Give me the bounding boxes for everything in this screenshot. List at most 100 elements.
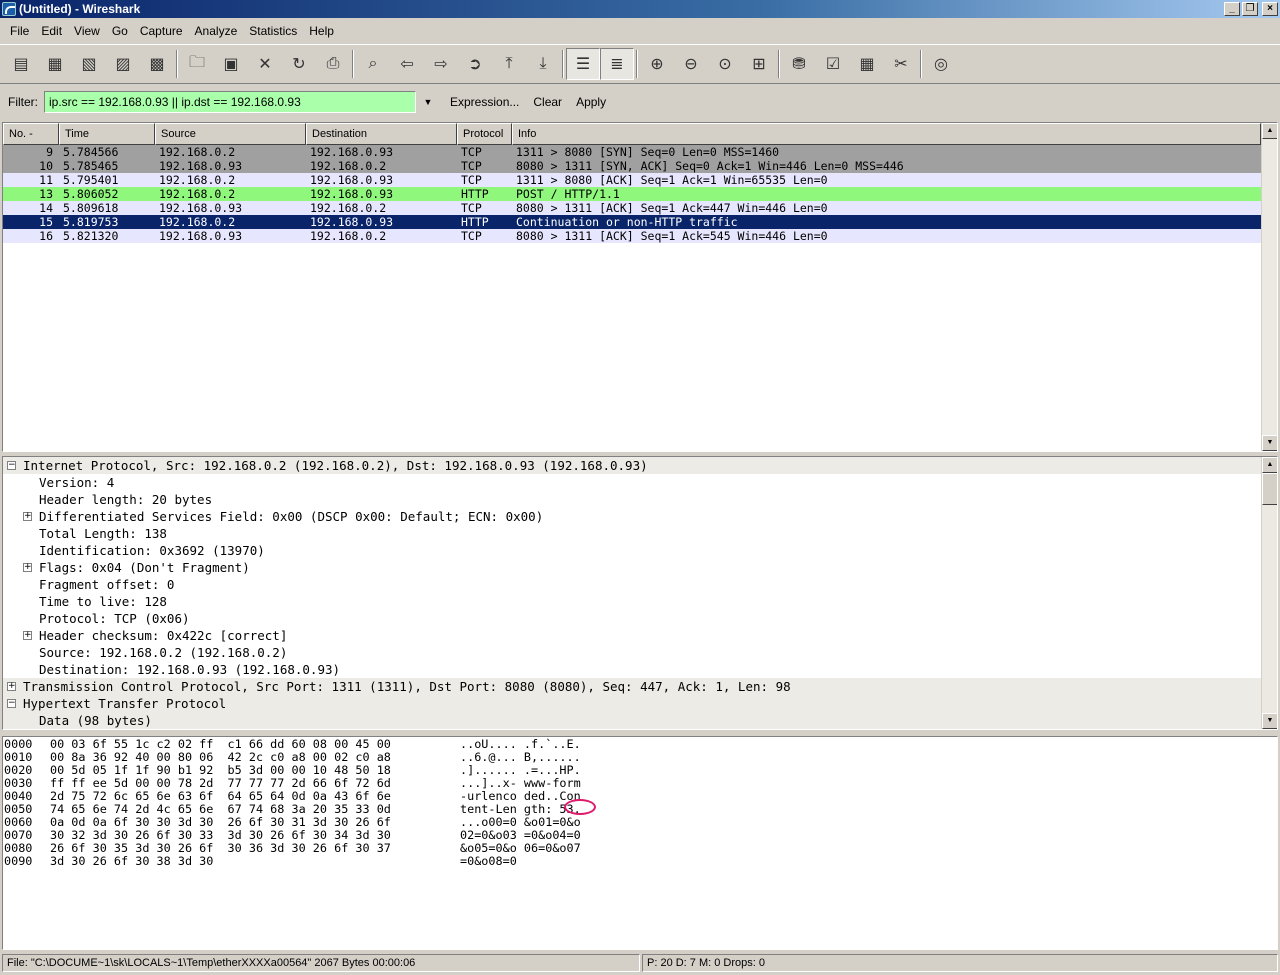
tree-field-row[interactable]: Version: 4 — [3, 474, 1261, 491]
expand-plus-icon[interactable]: + — [23, 512, 32, 521]
tree-field-row[interactable]: Total Length: 138 — [3, 525, 1261, 542]
tree-field-row[interactable]: Destination: 192.168.0.93 (192.168.0.93) — [3, 661, 1261, 678]
packet-row[interactable]: 10 5.785465 192.168.0.93 192.168.0.2 TCP 8080… — [3, 159, 1277, 173]
menu-go[interactable]: Go — [106, 22, 134, 40]
menu-capture[interactable]: Capture — [134, 22, 189, 40]
forward-icon[interactable]: ⇨ — [424, 48, 458, 80]
tree-protocol-row[interactable]: − Hypertext Transfer Protocol — [3, 695, 1261, 712]
column-header-source[interactable]: Source — [155, 123, 306, 145]
tree-row-label: Internet Protocol, Src: 192.168.0.2 (192… — [23, 458, 648, 473]
packet-destination: 192.168.0.93 — [310, 173, 394, 187]
scroll-up-arrow-icon[interactable]: ▲ — [1262, 457, 1277, 473]
tree-field-row[interactable]: Source: 192.168.0.2 (192.168.0.2) — [3, 644, 1261, 661]
packet-no: 13 — [39, 187, 53, 201]
packet-list-pane: No. - Time Source Destination Protocol I… — [2, 122, 1278, 452]
menu-statistics[interactable]: Statistics — [243, 22, 303, 40]
first-icon[interactable]: ⤒ — [492, 48, 526, 80]
packet-list-scrollbar[interactable]: ▲ ▼ — [1261, 123, 1277, 451]
packet-row[interactable]: 9 5.784566 192.168.0.2 192.168.0.93 TCP 1311 … — [3, 145, 1277, 159]
packet-destination: 192.168.0.93 — [310, 145, 394, 159]
colorize-icon[interactable]: ☰ — [566, 48, 600, 80]
menu-edit[interactable]: Edit — [35, 22, 68, 40]
scroll-down-arrow-icon[interactable]: ▼ — [1262, 713, 1277, 729]
expand-plus-icon[interactable]: + — [23, 563, 32, 572]
close-window-button[interactable]: × — [1262, 2, 1278, 16]
packet-destination: 192.168.0.2 — [310, 159, 387, 173]
tree-field-row[interactable]: Fragment offset: 0 — [3, 576, 1261, 593]
print-icon[interactable]: ⎙ — [316, 48, 350, 80]
restart-icon[interactable]: ▩ — [140, 48, 174, 80]
zoom-in-icon[interactable]: ⊕ — [640, 48, 674, 80]
packet-info: 8080 > 1311 [ACK] Seq=1 Ack=447 Win=446 … — [516, 201, 828, 215]
collapse-minus-icon[interactable]: − — [7, 699, 16, 708]
clear-filter-button[interactable]: Clear — [533, 95, 562, 109]
close-icon[interactable]: ✕ — [248, 48, 282, 80]
coloring-rules-icon[interactable]: ▦ — [850, 48, 884, 80]
packet-row[interactable]: 11 5.795401 192.168.0.2 192.168.0.93 TCP 1311… — [3, 173, 1277, 187]
packet-row[interactable]: 16 5.821320 192.168.0.93 192.168.0.2 TCP 8080… — [3, 229, 1277, 243]
find-icon[interactable]: ⌕ — [356, 48, 390, 80]
tree-field-row[interactable]: Identification: 0x3692 (13970) — [3, 542, 1261, 559]
tree-field-row[interactable]: + Differentiated Services Field: 0x00 (DS… — [3, 508, 1261, 525]
expression-button[interactable]: Expression... — [450, 95, 519, 109]
display-filter-input[interactable]: ip.src == 192.168.0.93 || ip.dst == 192.… — [44, 91, 416, 113]
stop-icon[interactable]: ▨ — [106, 48, 140, 80]
minimize-button[interactable]: _ — [1224, 2, 1240, 16]
menu-help[interactable]: Help — [303, 22, 340, 40]
column-header-time[interactable]: Time — [59, 123, 155, 145]
packet-info: POST / HTTP/1.1 — [516, 187, 620, 201]
scroll-up-arrow-icon[interactable]: ▲ — [1262, 123, 1277, 139]
preferences-icon[interactable]: ✂ — [884, 48, 918, 80]
expand-plus-icon[interactable]: + — [7, 682, 16, 691]
tree-row-label: Differentiated Services Field: 0x00 (DSC… — [39, 509, 544, 524]
packet-protocol: HTTP — [461, 187, 489, 201]
hex-bytes: 3d 30 26 6f 30 38 3d 30 — [50, 854, 214, 868]
tree-field-row[interactable]: Protocol: TCP (0x06) — [3, 610, 1261, 627]
menu-file[interactable]: File — [4, 22, 35, 40]
options-icon[interactable]: ▦ — [38, 48, 72, 80]
tree-field-row[interactable]: Header length: 20 bytes — [3, 491, 1261, 508]
reload-icon[interactable]: ↻ — [282, 48, 316, 80]
maximize-button[interactable]: ❐ — [1242, 2, 1258, 16]
packet-protocol: HTTP — [461, 215, 489, 229]
capture-filters-icon[interactable]: ⛃ — [782, 48, 816, 80]
start-icon[interactable]: ▧ — [72, 48, 106, 80]
details-scrollbar[interactable]: ▲ ▼ — [1261, 457, 1277, 729]
toolbar-separator — [352, 50, 354, 78]
packet-row[interactable]: 15 5.819753 192.168.0.2 192.168.0.93 HTTP Con… — [3, 215, 1277, 229]
help-icon[interactable]: ◎ — [924, 48, 958, 80]
tree-field-row[interactable]: Time to live: 128 — [3, 593, 1261, 610]
zoom-out-icon[interactable]: ⊖ — [674, 48, 708, 80]
column-header-no[interactable]: No. - — [3, 123, 59, 145]
menu-view[interactable]: View — [68, 22, 106, 40]
apply-filter-button[interactable]: Apply — [576, 95, 606, 109]
collapse-minus-icon[interactable]: − — [7, 461, 16, 470]
details-scroll-thumb[interactable] — [1262, 473, 1277, 505]
packet-row[interactable]: 13 5.806052 192.168.0.2 192.168.0.93 HTTP POS… — [3, 187, 1277, 201]
column-header-protocol[interactable]: Protocol — [457, 123, 512, 145]
expand-plus-icon[interactable]: + — [23, 631, 32, 640]
hex-row[interactable]: 0090 3d 30 26 6f 30 38 3d 30 =0&o08=0 — [4, 855, 1277, 868]
last-icon[interactable]: ⤓ — [526, 48, 560, 80]
interfaces-icon[interactable]: ▤ — [4, 48, 38, 80]
open-icon[interactable]: 🗀 — [180, 48, 214, 80]
save-icon[interactable]: ▣ — [214, 48, 248, 80]
goto-icon[interactable]: ➲ — [458, 48, 492, 80]
back-icon[interactable]: ⇦ — [390, 48, 424, 80]
filter-dropdown-icon[interactable]: ▼ — [420, 91, 436, 113]
column-header-destination[interactable]: Destination — [306, 123, 457, 145]
tree-row-label: Transmission Control Protocol, Src Port:… — [23, 679, 791, 694]
display-filters-icon[interactable]: ☑ — [816, 48, 850, 80]
autoscroll-icon[interactable]: ≣ — [600, 48, 634, 80]
scroll-down-arrow-icon[interactable]: ▼ — [1262, 435, 1277, 451]
tree-field-row[interactable]: + Header checksum: 0x422c [correct] — [3, 627, 1261, 644]
tree-protocol-row[interactable]: + Transmission Control Protocol, Src Port… — [3, 678, 1261, 695]
tree-protocol-row[interactable]: − Internet Protocol, Src: 192.168.0.2 (19… — [3, 457, 1261, 474]
column-header-info[interactable]: Info — [512, 123, 1261, 145]
tree-field-row[interactable]: Data (98 bytes) — [3, 712, 1261, 729]
zoom-normal-icon[interactable]: ⊙ — [708, 48, 742, 80]
menu-analyze[interactable]: Analyze — [189, 22, 244, 40]
tree-field-row[interactable]: + Flags: 0x04 (Don't Fragment) — [3, 559, 1261, 576]
resize-columns-icon[interactable]: ⊞ — [742, 48, 776, 80]
packet-row[interactable]: 14 5.809618 192.168.0.93 192.168.0.2 TCP 8080… — [3, 201, 1277, 215]
